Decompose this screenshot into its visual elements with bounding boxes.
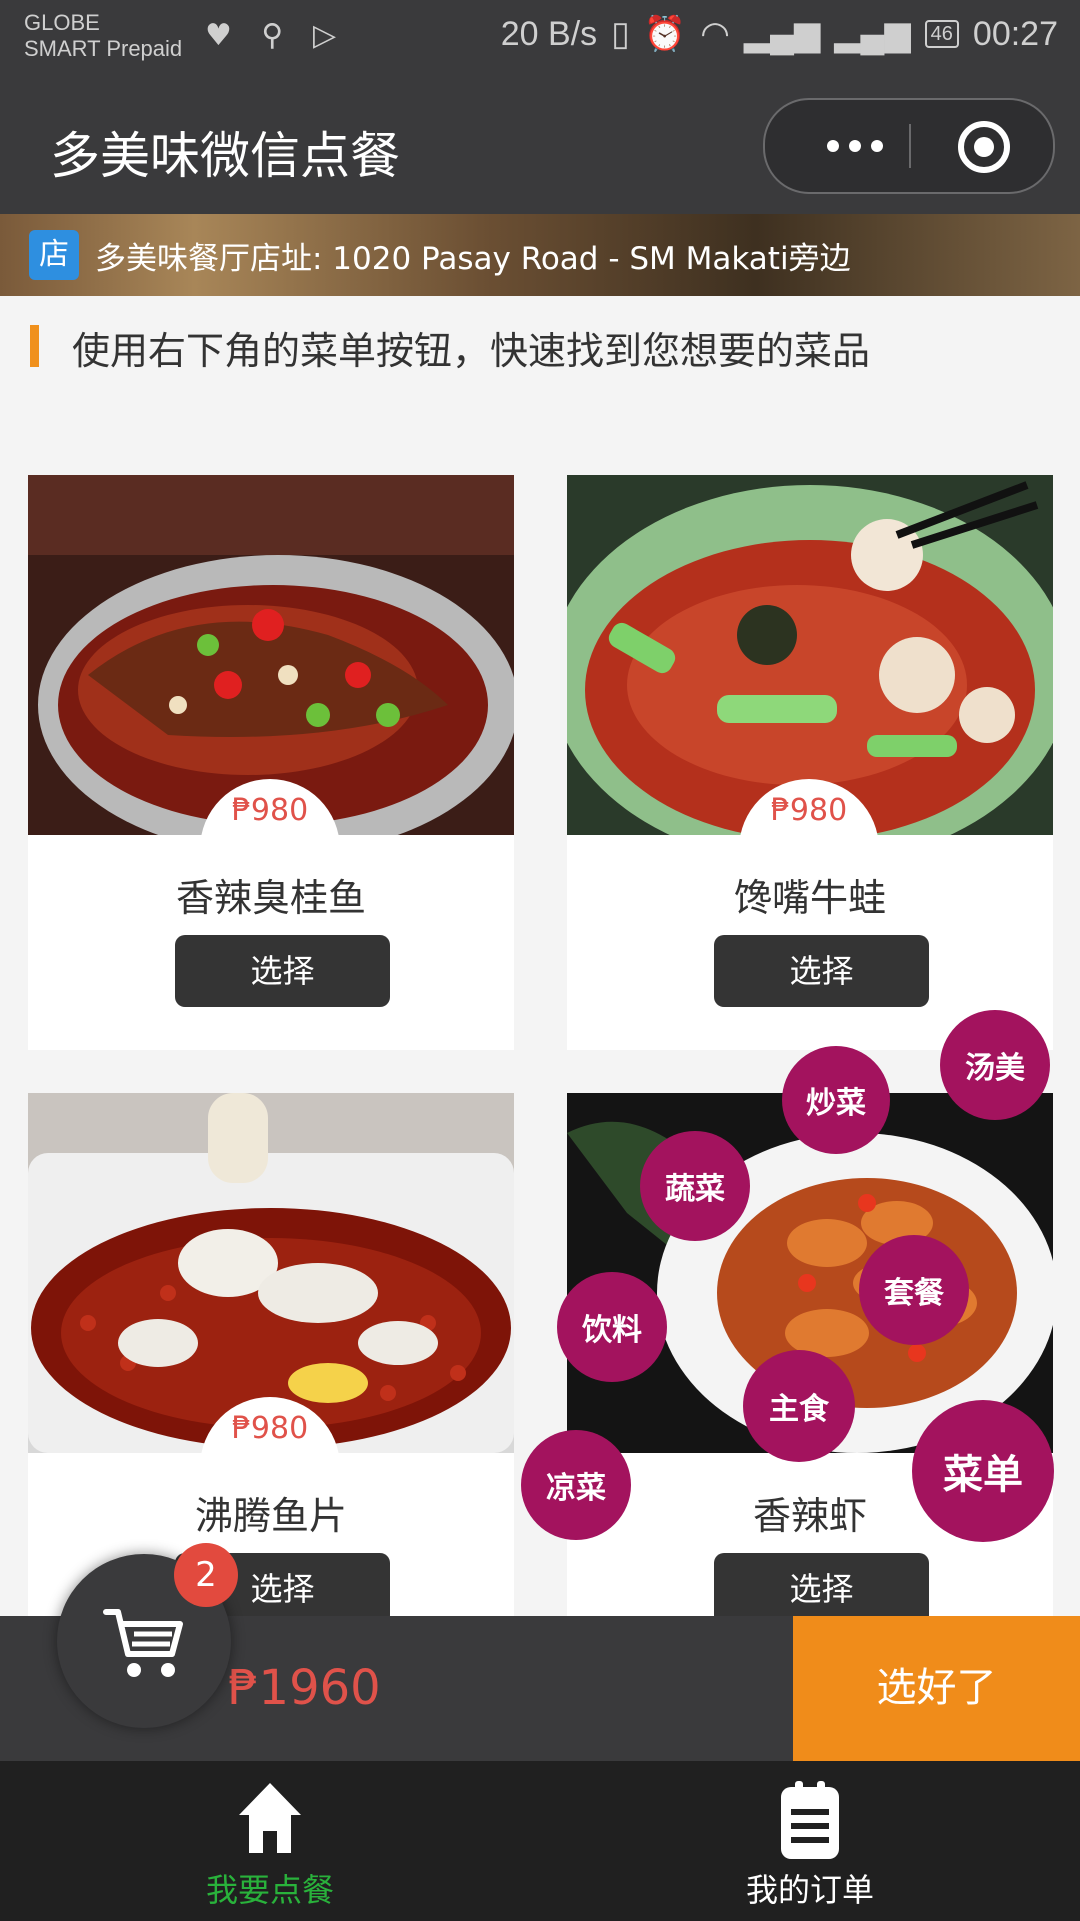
carrier-line-2: SMART Prepaid [24,36,183,61]
address-banner: 店 多美味餐厅店址: 1020 Pasay Road - SM Makati旁边 [0,214,1080,296]
category-bubble-stirfry[interactable]: 炒菜 [782,1046,890,1154]
miniprogram-capsule [763,98,1055,194]
category-bubble-staple[interactable]: 主食 [743,1350,855,1462]
battery-icon: 46 [924,20,959,48]
hint-accent-bar [30,325,39,367]
category-bubble-set-meal[interactable]: 套餐 [859,1235,969,1345]
select-button[interactable]: 选择 [175,935,390,1007]
network-speed: 20 B/s [500,14,598,53]
capsule-divider [909,124,911,168]
vibrate-icon: ▯ [611,15,630,53]
tab-order-food[interactable]: 我要点餐 [170,1761,370,1921]
carrier-line-1: GLOBE [24,10,100,35]
category-bubble-drinks[interactable]: 饮料 [557,1272,667,1382]
dish-name: 沸腾鱼片 [194,1494,347,1538]
dish-price: ₱980 [231,1411,309,1446]
category-bubble-vegetables[interactable]: 蔬菜 [640,1131,750,1241]
orders-icon [781,1781,839,1859]
target-icon[interactable] [958,121,1010,173]
wifi-icon: ◠ [700,15,730,53]
shop-badge: 店 [29,230,79,280]
dish-price: ₱980 [770,793,848,828]
dish-card: ₱980 馋嘴牛蛙 选择 [567,475,1053,1050]
cart-icon [103,1609,183,1677]
home-icon [239,1783,301,1853]
carrier-label: GLOBE SMART Prepaid [24,10,182,62]
select-button[interactable]: 选择 [714,935,929,1007]
clock: 00:27 [972,14,1058,53]
checkout-button[interactable]: 选好了 [793,1616,1080,1761]
status-bar: GLOBE SMART Prepaid ♥ ⚲ ▷ 20 B/s ▯ ⏰ ◠ ▂… [0,0,1080,76]
alarm-icon: ⏰ [643,15,687,53]
title-bar: 多美味微信点餐 [0,76,1080,214]
signal-icon-2: ▂▄▆ [834,15,911,53]
select-button[interactable]: 选择 [714,1553,929,1616]
tab-label: 我要点餐 [205,1871,334,1909]
tab-label: 我的订单 [745,1871,874,1909]
cart-total: ₱1960 [228,1660,381,1716]
page-title: 多美味微信点餐 [50,127,400,185]
cart-count-badge: 2 [174,1543,238,1607]
tab-bar: 我要点餐 我的订单 [0,1761,1080,1921]
category-bubble-soup[interactable]: 汤美 [940,1010,1050,1120]
menu-button[interactable]: 菜单 [912,1400,1054,1542]
dish-card: ₱980 香辣臭桂鱼 选择 [28,475,514,1050]
dish-name: 香辣臭桂鱼 [175,876,366,920]
category-bubble-cold-dishes[interactable]: 凉菜 [521,1430,631,1540]
dish-name: 馋嘴牛蛙 [733,876,886,920]
status-right: 20 B/s ▯ ⏰ ◠ ▂▄▆ ▂▄▆ 46 00:27 [501,14,1058,54]
shop-address: 多美味餐厅店址: 1020 Pasay Road - SM Makati旁边 [95,241,851,277]
notification-icons: ♥ ⚲ ▷ [205,18,347,53]
ellipsis-icon[interactable] [810,118,900,174]
dish-price: ₱980 [231,793,309,828]
tab-my-orders[interactable]: 我的订单 [710,1761,910,1921]
hint-text: 使用右下角的菜单按钮，快速找到您想要的菜品 [72,329,871,373]
signal-icon: ▂▄▆ [743,15,821,53]
dish-card: ₱980 沸腾鱼片 选择 [28,1093,514,1616]
